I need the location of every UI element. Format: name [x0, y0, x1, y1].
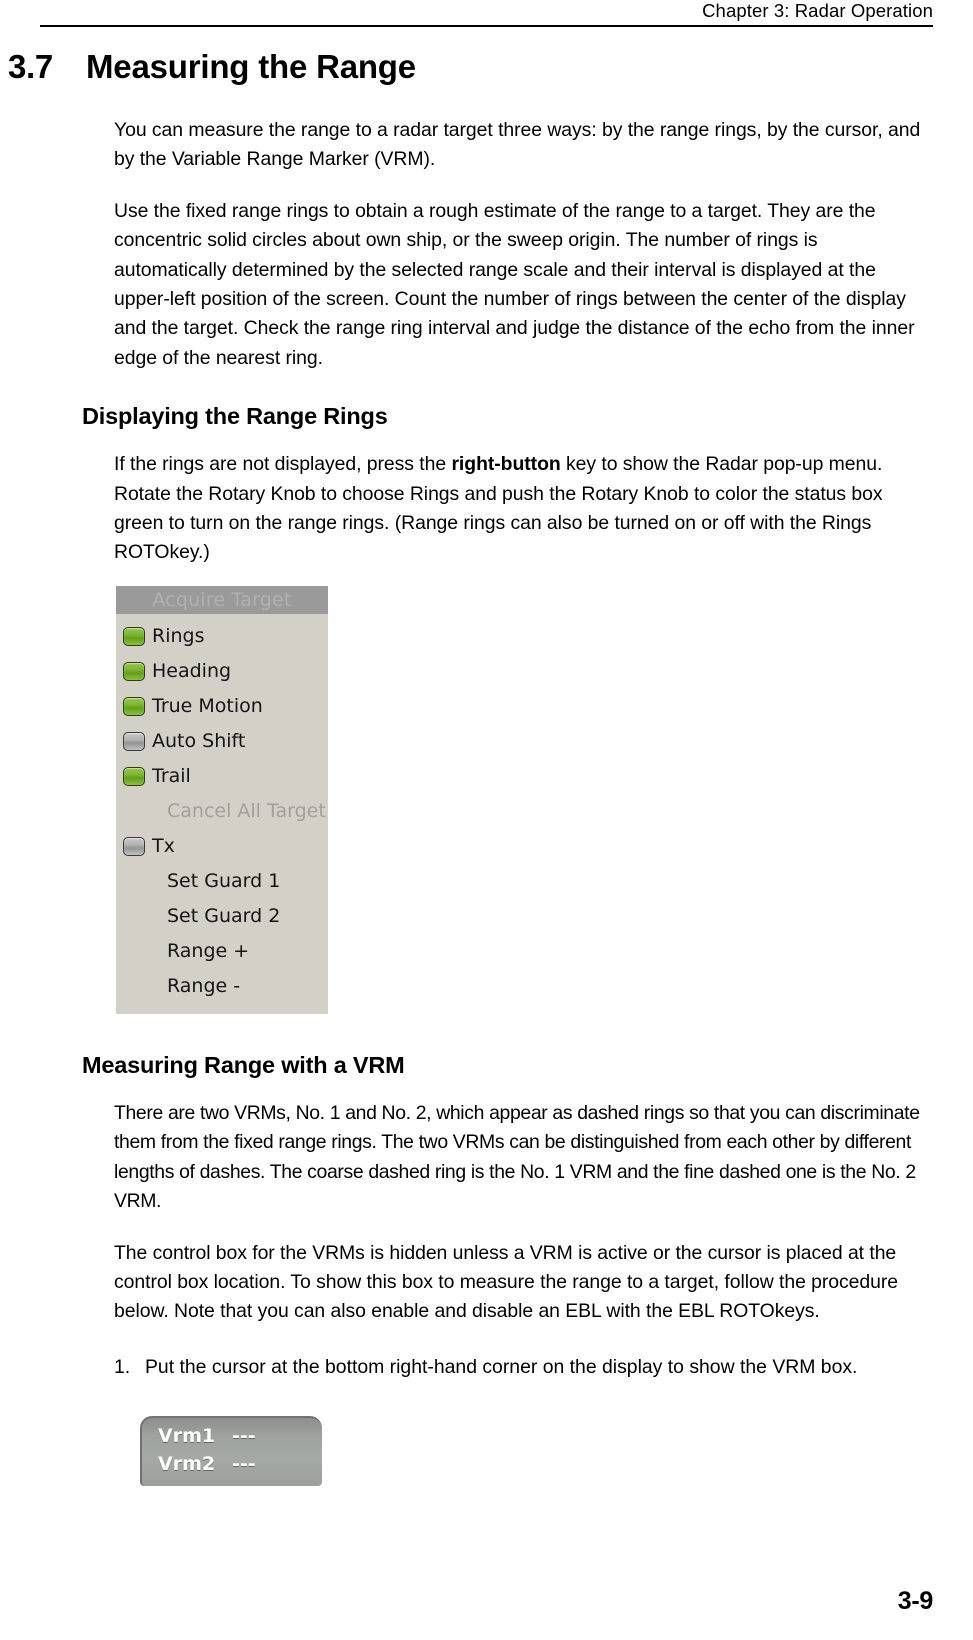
menu-item-label: Cancel All Target	[167, 800, 326, 823]
status-box-placeholder	[123, 802, 145, 821]
vrm2-label: Vrm2	[158, 1453, 216, 1476]
menu-item-true-motion[interactable]: True Motion	[116, 689, 328, 724]
vrm1-label: Vrm1	[158, 1425, 216, 1448]
subsection-heading-rings: Displaying the Range Rings	[82, 403, 388, 430]
menu-item-cancel-all-target: Cancel All Target	[116, 794, 328, 829]
menu-item-set-guard-1[interactable]: Set Guard 1	[116, 864, 328, 899]
step-number: 1.	[114, 1355, 131, 1378]
menu-item-label: Heading	[152, 660, 232, 683]
menu-item-label: Tx	[152, 835, 175, 858]
subsection-heading-vrm: Measuring Range with a VRM	[82, 1051, 405, 1078]
rings-paragraph-bold: right-button	[451, 453, 561, 476]
intro-paragraph-1: You can measure the range to a radar tar…	[114, 119, 921, 171]
menu-item-set-guard-2[interactable]: Set Guard 2	[116, 899, 328, 934]
status-box-icon[interactable]	[123, 766, 145, 786]
status-box-placeholder	[123, 907, 145, 926]
radar-popup-menu[interactable]: Acquire Target Rings Heading True Motion	[116, 585, 328, 1014]
menu-item-label: Range -	[167, 975, 241, 998]
menu-item-rings[interactable]: Rings	[116, 619, 328, 654]
status-box-icon[interactable]	[123, 626, 145, 646]
page-footer: 3-9	[40, 1586, 934, 1616]
menu-item-trail[interactable]: Trail	[116, 759, 328, 794]
section-title: Measuring the Range	[86, 48, 416, 85]
vrm-paragraph-2: The control box for the VRMs is hidden u…	[114, 1241, 899, 1323]
header-rule	[40, 25, 933, 27]
menu-item-label: Set Guard 1	[167, 870, 281, 893]
page-header: Chapter 3: Radar Operation	[40, 0, 933, 27]
section-heading: 3.7 Measuring the Range	[0, 40, 973, 86]
menu-item-range-increase[interactable]: Range +	[116, 934, 328, 969]
rings-paragraph: If the rings are not displayed, press th…	[0, 450, 973, 568]
page-number: 3-9	[897, 1587, 934, 1615]
status-box-placeholder	[123, 942, 145, 961]
menu-item-auto-shift[interactable]: Auto Shift	[116, 724, 328, 759]
status-box-placeholder	[123, 977, 145, 996]
procedure-step-1: 1. Put the cursor at the bottom right-ha…	[0, 1353, 973, 1382]
header-chapter-title: Chapter 3: Radar Operation	[702, 0, 933, 21]
section-number: 3.7	[8, 48, 53, 85]
menu-item-list: Rings Heading True Motion Auto Shift Tra…	[116, 614, 328, 1014]
menu-item-tx[interactable]: Tx	[116, 829, 328, 864]
step-text: Put the cursor at the bottom right-hand …	[145, 1355, 858, 1378]
menu-item-heading[interactable]: Heading	[116, 654, 328, 689]
vrm-row-2[interactable]: Vrm2 ---	[158, 1453, 322, 1481]
status-box-icon[interactable]	[123, 661, 145, 681]
menu-item-label: Trail	[152, 765, 191, 788]
status-box-icon[interactable]	[123, 836, 145, 856]
status-box-placeholder	[123, 872, 145, 891]
status-box-icon[interactable]	[123, 696, 145, 716]
menu-item-range-decrease[interactable]: Range -	[116, 969, 328, 1004]
vrm2-value: ---	[232, 1453, 256, 1476]
figure-vrm-control-box: Vrm1 --- Vrm2 ---	[0, 1416, 973, 1487]
menu-item-label: True Motion	[152, 695, 263, 718]
vrm1-value: ---	[232, 1425, 256, 1448]
document-page: Chapter 3: Radar Operation 3.7 Measuring…	[0, 0, 973, 1640]
menu-item-label: Set Guard 2	[167, 905, 281, 928]
figure-radar-popup-menu: Acquire Target Rings Heading True Motion	[0, 585, 973, 1014]
vrm-row-1[interactable]: Vrm1 ---	[158, 1425, 322, 1453]
menu-title-acquire-target: Acquire Target	[116, 585, 328, 614]
vrm-paragraph-1: There are two VRMs, No. 1 and No. 2, whi…	[114, 1101, 920, 1213]
intro-paragraph-2: Use the fixed range rings to obtain a ro…	[114, 199, 915, 369]
status-box-icon[interactable]	[123, 731, 145, 751]
rings-paragraph-part1: If the rings are not displayed, press th…	[114, 453, 452, 476]
vrm-control-box[interactable]: Vrm1 --- Vrm2 ---	[140, 1416, 322, 1487]
menu-item-label: Rings	[152, 625, 205, 648]
menu-item-label: Auto Shift	[152, 730, 246, 753]
menu-item-label: Range +	[167, 940, 250, 963]
page-content: 3.7 Measuring the Range You can measure …	[0, 40, 973, 1487]
